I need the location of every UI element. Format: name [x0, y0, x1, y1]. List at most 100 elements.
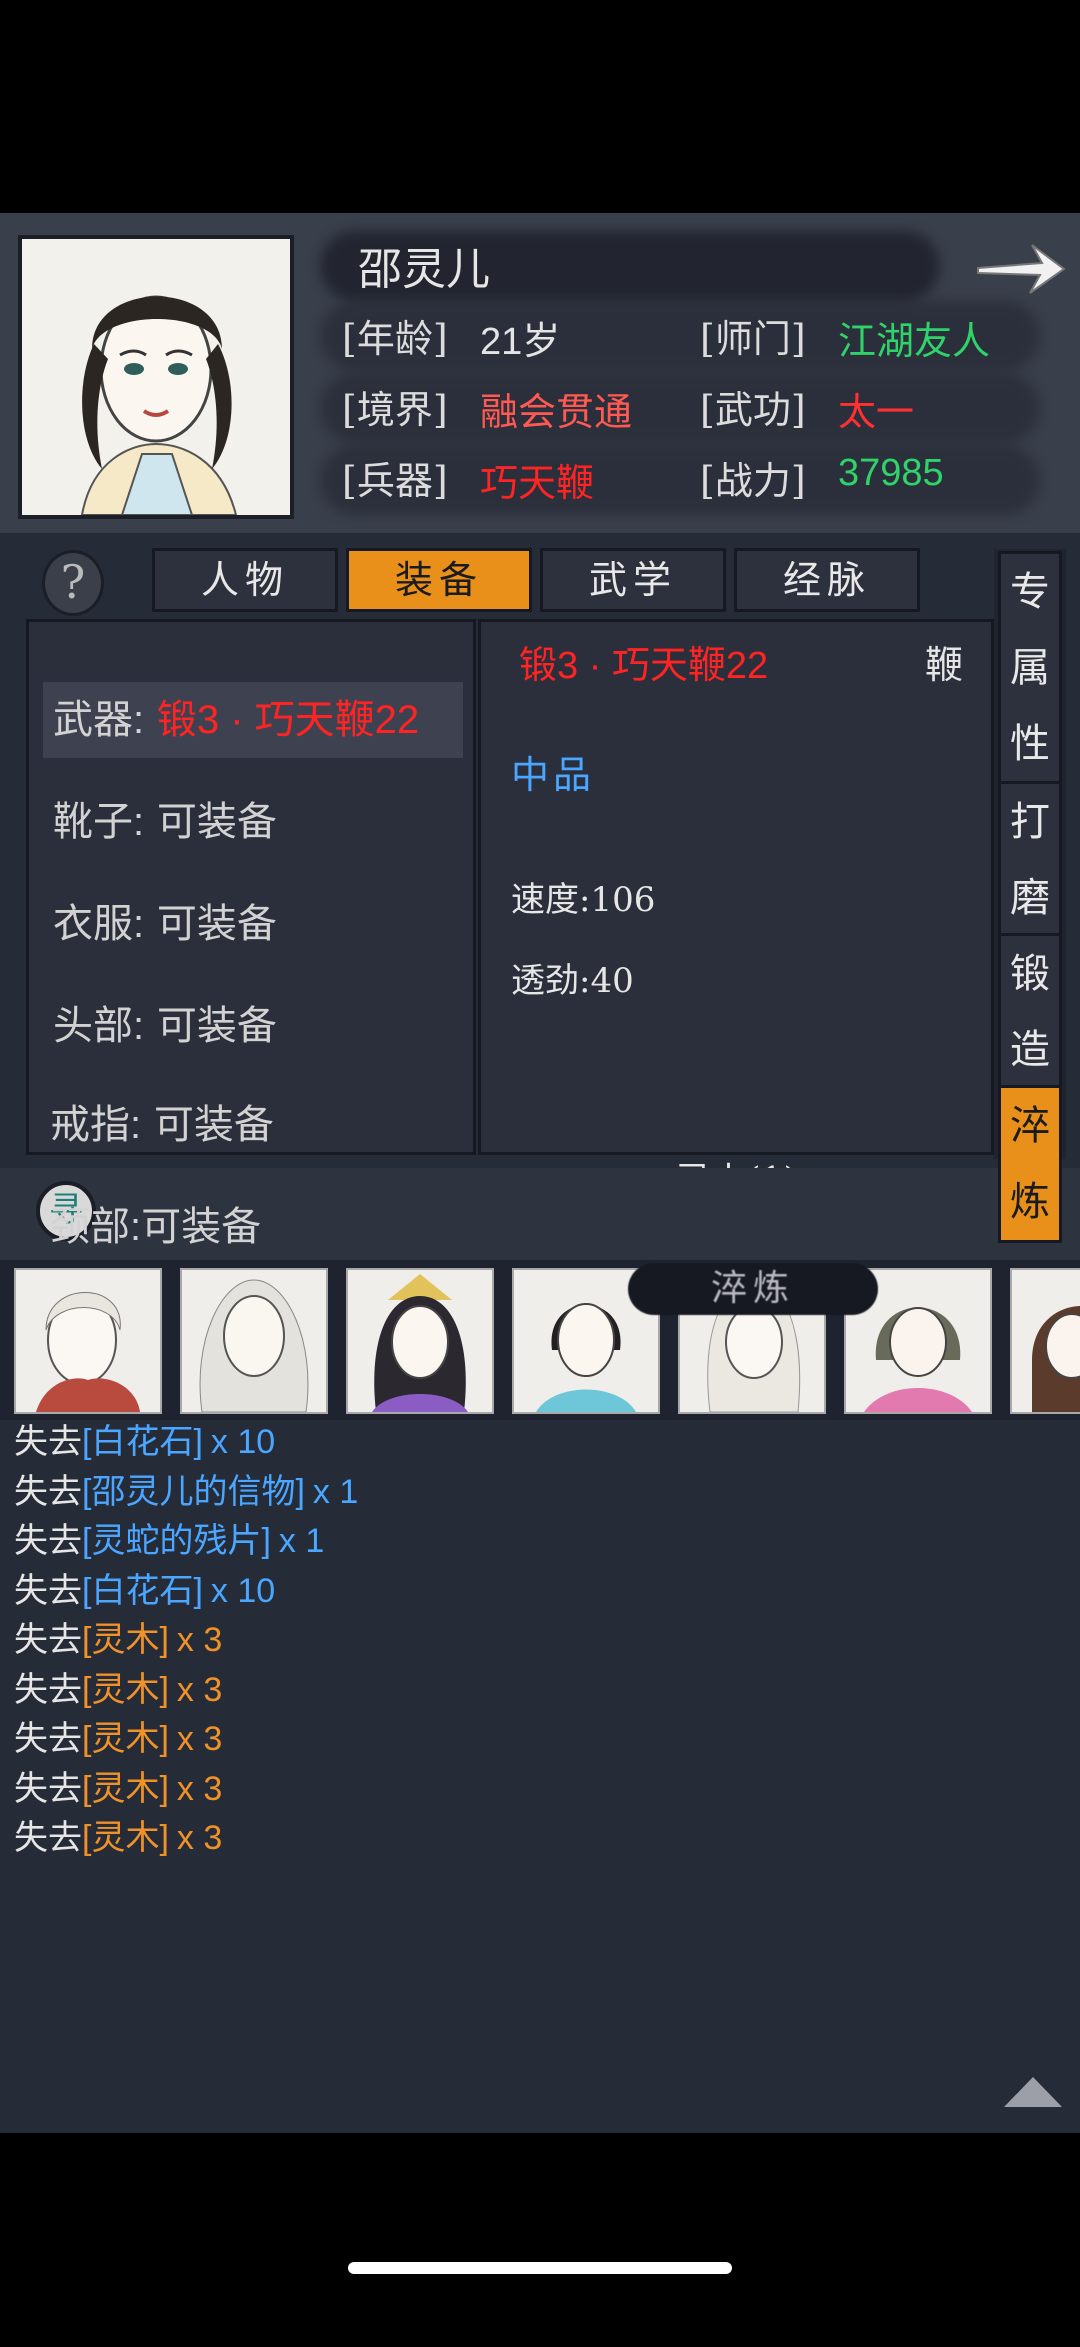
companion-card-row — [0, 1260, 1080, 1420]
weapon-value: 巧天鞭 — [480, 463, 595, 505]
log-line: 失去[邵灵儿的信物] x 1 — [14, 1468, 1064, 1518]
equipment-slot-clothes[interactable]: 衣服: 可装备 — [43, 886, 463, 962]
portrait-illustration — [22, 239, 290, 515]
tab-character[interactable]: 人物 — [152, 548, 338, 612]
side-tab-char: 专 — [1010, 569, 1050, 615]
character-portrait — [18, 235, 294, 519]
companion-portrait — [1032, 1306, 1080, 1412]
log-item: [灵木] — [82, 1769, 169, 1808]
log-qty: x 3 — [176, 1720, 223, 1758]
slot-value: 可装备 — [141, 1205, 262, 1249]
side-tab-char: 锻 — [1010, 951, 1050, 997]
item-detail-panel: 锻3 · 巧天鞭22 鞭 中品 速度:106 透劲:40 灵木(1) — [478, 619, 994, 1202]
realm-value: 融会贯通 — [480, 392, 633, 434]
side-tab-char: 造 — [1010, 1027, 1050, 1073]
character-name: 邵灵儿 — [358, 245, 490, 294]
log-line: 失去[灵木] x 3 — [14, 1814, 1064, 1864]
slot-label: 靴子: — [53, 800, 145, 844]
character-header: 邵灵儿 [年龄] 21岁 [师门] 江湖友人 [境界] 融会贯通 [武功] 太一… — [0, 213, 1080, 533]
sect-value: 江湖友人 — [838, 321, 991, 363]
slot-value: 可装备 — [153, 1103, 274, 1147]
item-quality: 中品 — [511, 753, 596, 797]
log-line: 失去[灵木] x 3 — [14, 1616, 1064, 1666]
slot-label: 戒指: — [50, 1103, 142, 1147]
log-prefix: 失去 — [14, 1769, 82, 1808]
age-label: [年龄] — [342, 317, 448, 361]
side-tab-char: 磨 — [1010, 875, 1050, 921]
companion-portrait — [36, 1292, 140, 1412]
log-item: [灵木] — [82, 1720, 169, 1758]
log-prefix: 失去 — [14, 1522, 82, 1560]
side-tab-forge[interactable]: 锻造 — [998, 933, 1062, 1091]
companion-card[interactable] — [1010, 1268, 1080, 1414]
log-item: [灵蛇的残片] — [82, 1522, 271, 1560]
temper-button[interactable]: 淬炼 — [628, 1263, 878, 1315]
log-prefix: 失去 — [14, 1670, 82, 1709]
tab-equipment[interactable]: 装备 — [346, 548, 532, 612]
companion-portrait — [372, 1274, 468, 1412]
side-tab-char: 打 — [1010, 799, 1050, 845]
log-prefix: 失去 — [14, 1423, 82, 1461]
slot-label: 头部: — [53, 1004, 145, 1048]
companion-card[interactable] — [346, 1268, 494, 1414]
log-prefix: 失去 — [14, 1720, 82, 1758]
side-tab-char: 性 — [1010, 721, 1050, 767]
side-tab-temper[interactable]: 淬炼 — [998, 1085, 1062, 1243]
companion-portrait — [199, 1279, 309, 1412]
side-tab-polish[interactable]: 打磨 — [998, 781, 1062, 939]
log-item: [邵灵儿的信物] — [82, 1472, 305, 1511]
slot-value: 可装备 — [156, 800, 277, 844]
help-icon[interactable]: ? — [42, 550, 104, 616]
weapon-label: [兵器] — [342, 459, 448, 503]
log-item: [白花石] — [82, 1571, 203, 1610]
slot-label: 衣服: — [53, 902, 145, 946]
item-attr: 速度:106 — [511, 880, 656, 920]
item-loss-log: 失去[白花石] x 10 失去[邵灵儿的信物] x 1 失去[灵蛇的残片] x 1 失去[白… — [14, 1418, 1064, 1864]
combat-power-label: [战力] — [700, 459, 806, 503]
equipment-slot-head[interactable]: 头部: 可装备 — [43, 988, 463, 1064]
equipment-slot-panel: 武器: 锻3 · 巧天鞭22 靴子: 可装备 衣服: 可装备 头部: 可装备 — [26, 619, 476, 1155]
equipment-slot-boots[interactable]: 靴子: 可装备 — [43, 784, 463, 860]
realm-label: [境界] — [342, 388, 448, 432]
log-qty: x 3 — [176, 1621, 223, 1659]
log-line: 失去[灵木] x 3 — [14, 1715, 1064, 1765]
log-qty: x 10 — [210, 1571, 276, 1610]
item-type: 鞭 — [925, 643, 964, 687]
tab-meridians[interactable]: 经脉 — [734, 548, 920, 612]
side-tab-exclusive-attributes[interactable]: 专 属 性 — [998, 551, 1062, 785]
combat-power-value: 37985 — [838, 452, 944, 494]
log-line: 失去[灵木] x 3 — [14, 1666, 1064, 1716]
home-indicator — [348, 2262, 732, 2274]
slot-value: 锻3 · 巧天鞭22 — [156, 698, 420, 742]
sect-label: [师门] — [700, 317, 806, 361]
log-line: 失去[灵蛇的残片] x 1 — [14, 1517, 1064, 1567]
side-tab-char: 炼 — [1010, 1179, 1050, 1225]
martial-art-value: 太一 — [838, 392, 915, 434]
tab-martial-arts[interactable]: 武学 — [540, 548, 726, 612]
log-item: [灵木] — [82, 1819, 169, 1857]
scroll-top-arrow-icon[interactable] — [1000, 2071, 1066, 2111]
equipment-slot-weapon[interactable]: 武器: 锻3 · 巧天鞭22 — [43, 682, 463, 758]
next-arrow-icon[interactable] — [970, 233, 1070, 303]
log-line: 失去[白花石] x 10 — [14, 1567, 1064, 1617]
log-prefix: 失去 — [14, 1819, 82, 1857]
companion-card[interactable] — [14, 1268, 162, 1414]
slot-label: 颈部: — [50, 1205, 142, 1249]
martial-art-label: [武功] — [700, 388, 806, 432]
item-name: 锻3 · 巧天鞭22 — [519, 645, 769, 687]
log-line: 失去[白花石] x 10 — [14, 1418, 1064, 1468]
log-item: [白花石] — [82, 1423, 203, 1461]
log-qty: x 3 — [176, 1819, 223, 1857]
log-qty: x 1 — [278, 1522, 325, 1560]
slot-label: 武器: — [53, 698, 145, 742]
log-prefix: 失去 — [14, 1621, 82, 1659]
equipment-slot-neck[interactable]: 颈部:可装备 — [40, 1189, 460, 1265]
equipment-slot-ring[interactable]: 戒指: 可装备 — [40, 1087, 460, 1163]
log-item: [灵木] — [82, 1621, 169, 1659]
companion-card[interactable] — [180, 1268, 328, 1414]
log-prefix: 失去 — [14, 1571, 82, 1610]
slot-value: 可装备 — [156, 1004, 277, 1048]
log-qty: x 3 — [176, 1769, 223, 1808]
log-line: 失去[灵木] x 3 — [14, 1765, 1064, 1815]
side-tab-char: 淬 — [1010, 1103, 1050, 1149]
